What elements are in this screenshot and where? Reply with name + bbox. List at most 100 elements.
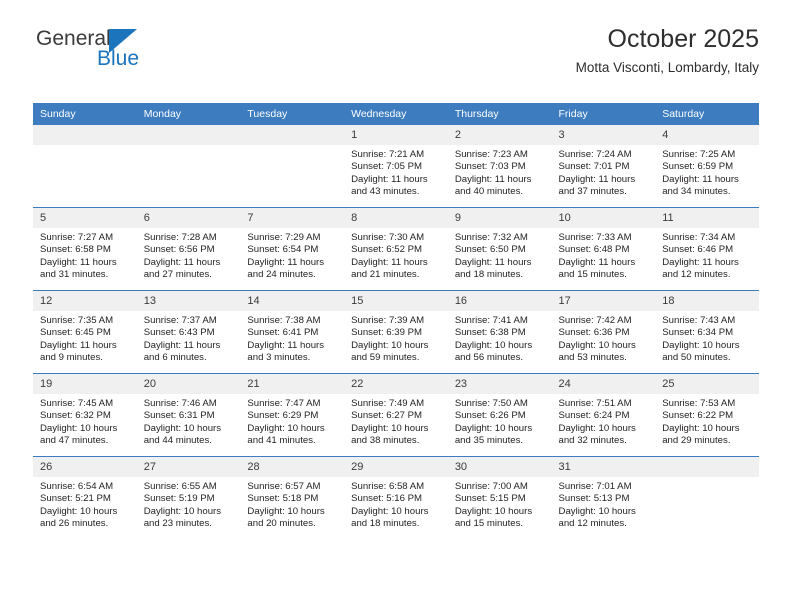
day-number: 26 — [33, 457, 137, 477]
daylight-text-line2: and 9 minutes. — [40, 352, 103, 364]
daylight-text-line2: and 47 minutes. — [40, 435, 109, 447]
day-details: Sunrise: 7:38 AM Sunset: 6:41 PM Daylight:… — [240, 311, 344, 365]
day-details: Sunrise: 7:32 AM Sunset: 6:50 PM Daylight:… — [448, 228, 552, 282]
daylight-text-line1: Daylight: 10 hours — [351, 422, 429, 434]
day-details: Sunrise: 7:45 AM Sunset: 6:32 PM Daylight:… — [33, 394, 137, 448]
calendar-day-cell[interactable]: 5 Sunrise: 7:27 AM Sunset: 6:58 PM Daylight… — [33, 207, 137, 291]
daylight-text-line1: Daylight: 11 hours — [247, 339, 325, 351]
daylight-text-line1: Daylight: 11 hours — [40, 339, 117, 351]
day-number — [240, 125, 345, 145]
calendar-day-cell[interactable]: 27 Sunrise: 6:55 AM Sunset: 5:19 PM Dayligh… — [136, 456, 241, 539]
day-details: Sunrise: 7:21 AM Sunset: 7:05 PM Daylight:… — [344, 145, 448, 199]
calendar-day-cell[interactable]: 9 Sunrise: 7:32 AM Sunset: 6:50 PM Daylight… — [447, 207, 552, 291]
sunrise-text: Sunrise: 6:57 AM — [247, 481, 321, 492]
calendar-day-cell[interactable]: 3 Sunrise: 7:24 AM Sunset: 7:01 PM Daylight… — [551, 125, 656, 208]
daylight-text-line2: and 15 minutes. — [454, 518, 524, 530]
sunrise-text: Sunrise: 7:39 AM — [351, 315, 425, 326]
day-number — [136, 125, 241, 145]
sunrise-text: Sunrise: 7:53 AM — [662, 398, 736, 409]
calendar-day-cell[interactable]: 2 Sunrise: 7:23 AM Sunset: 7:03 PM Daylight… — [447, 125, 552, 208]
daylight-text-line2: and 27 minutes. — [143, 269, 212, 281]
calendar-day-cell[interactable]: 12 Sunrise: 7:35 AM Sunset: 6:45 PM Dayligh… — [33, 290, 137, 374]
calendar-day-cell[interactable]: 29 Sunrise: 6:58 AM Sunset: 5:16 PM Dayligh… — [344, 456, 448, 539]
calendar-day-cell[interactable]: 4 Sunrise: 7:25 AM Sunset: 6:59 PM Daylight… — [655, 125, 759, 208]
calendar-day-cell-empty — [240, 125, 345, 208]
calendar-day-cell[interactable]: 24 Sunrise: 7:51 AM Sunset: 6:24 PM Dayligh… — [551, 373, 656, 457]
daylight-text-line1: Daylight: 11 hours — [662, 173, 739, 185]
daylight-text-line2: and 3 minutes. — [247, 352, 311, 364]
day-number — [655, 457, 759, 477]
weekday-header-wednesday: Wednesday — [344, 103, 448, 125]
calendar-day-cell[interactable]: 28 Sunrise: 6:57 AM Sunset: 5:18 PM Dayligh… — [240, 456, 345, 539]
day-number: 15 — [344, 291, 448, 311]
sunset-text: Sunset: 6:46 PM — [662, 244, 734, 256]
day-details: Sunrise: 7:43 AM Sunset: 6:34 PM Daylight:… — [655, 311, 759, 365]
calendar-day-cell[interactable]: 10 Sunrise: 7:33 AM Sunset: 6:48 PM Dayligh… — [551, 207, 656, 291]
calendar-day-cell[interactable]: 17 Sunrise: 7:42 AM Sunset: 6:36 PM Dayligh… — [551, 290, 656, 374]
calendar-day-cell[interactable]: 7 Sunrise: 7:29 AM Sunset: 6:54 PM Daylight… — [240, 207, 345, 291]
weekday-header-thursday: Thursday — [447, 103, 552, 125]
calendar-day-cell-empty — [33, 125, 137, 208]
day-details: Sunrise: 6:55 AM Sunset: 5:19 PM Daylight:… — [137, 477, 241, 531]
calendar-day-cell[interactable]: 6 Sunrise: 7:28 AM Sunset: 6:56 PM Daylight… — [136, 207, 241, 291]
sunrise-text: Sunrise: 7:01 AM — [558, 481, 632, 492]
calendar-day-cell[interactable]: 26 Sunrise: 6:54 AM Sunset: 5:21 PM Dayligh… — [33, 456, 137, 539]
generalblue-logo[interactable]: General Blue — [36, 28, 246, 78]
sunset-text: Sunset: 6:59 PM — [662, 161, 734, 173]
day-details: Sunrise: 7:34 AM Sunset: 6:46 PM Daylight:… — [655, 228, 759, 282]
calendar-day-cell[interactable]: 11 Sunrise: 7:34 AM Sunset: 6:46 PM Dayligh… — [655, 207, 759, 291]
daylight-text-line1: Daylight: 10 hours — [143, 505, 222, 517]
daylight-text-line1: Daylight: 10 hours — [558, 339, 636, 351]
sunset-text: Sunset: 6:24 PM — [558, 410, 630, 422]
daylight-text-line1: Daylight: 10 hours — [558, 505, 636, 517]
sunset-text: Sunset: 6:29 PM — [247, 410, 319, 422]
sunset-text: Sunset: 6:32 PM — [40, 410, 111, 422]
calendar-day-cell[interactable]: 14 Sunrise: 7:38 AM Sunset: 6:41 PM Dayligh… — [240, 290, 345, 374]
day-details: Sunrise: 7:01 AM Sunset: 5:13 PM Daylight:… — [552, 477, 656, 531]
sunrise-text: Sunrise: 7:28 AM — [143, 232, 217, 243]
calendar-day-cell[interactable]: 21 Sunrise: 7:47 AM Sunset: 6:29 PM Dayligh… — [240, 373, 345, 457]
sunrise-text: Sunrise: 7:51 AM — [558, 398, 632, 409]
daylight-text-line1: Daylight: 10 hours — [247, 505, 325, 517]
calendar-day-cell[interactable]: 8 Sunrise: 7:30 AM Sunset: 6:52 PM Daylight… — [344, 207, 448, 291]
day-details: Sunrise: 7:39 AM Sunset: 6:39 PM Daylight:… — [344, 311, 448, 365]
day-number: 14 — [240, 291, 345, 311]
sunrise-text: Sunrise: 7:45 AM — [40, 398, 114, 409]
sunrise-text: Sunrise: 7:38 AM — [247, 315, 321, 326]
sunset-text: Sunset: 6:38 PM — [454, 327, 526, 339]
calendar-day-cell[interactable]: 30 Sunrise: 7:00 AM Sunset: 5:15 PM Dayligh… — [447, 456, 552, 539]
sunrise-text: Sunrise: 7:32 AM — [454, 232, 528, 243]
calendar-day-cell[interactable]: 18 Sunrise: 7:43 AM Sunset: 6:34 PM Dayligh… — [655, 290, 759, 374]
day-number: 30 — [447, 457, 552, 477]
calendar-header-row: Sunday Monday Tuesday Wednesday Thursday… — [33, 103, 759, 125]
daylight-text-line1: Daylight: 11 hours — [351, 173, 428, 185]
page-title: October 2025 — [607, 25, 760, 53]
weekday-header-saturday: Saturday — [655, 103, 759, 125]
sunset-text: Sunset: 6:31 PM — [143, 410, 215, 422]
daylight-text-line1: Daylight: 10 hours — [558, 422, 636, 434]
calendar-day-cell[interactable]: 25 Sunrise: 7:53 AM Sunset: 6:22 PM Dayligh… — [655, 373, 759, 457]
calendar-day-cell[interactable]: 15 Sunrise: 7:39 AM Sunset: 6:39 PM Dayligh… — [344, 290, 448, 374]
calendar-day-cell[interactable]: 1 Sunrise: 7:21 AM Sunset: 7:05 PM Daylight… — [344, 125, 448, 208]
sunrise-text: Sunrise: 7:00 AM — [454, 481, 528, 492]
calendar-day-cell[interactable]: 20 Sunrise: 7:46 AM Sunset: 6:31 PM Dayligh… — [136, 373, 241, 457]
calendar-day-cell[interactable]: 31 Sunrise: 7:01 AM Sunset: 5:13 PM Dayligh… — [551, 456, 656, 539]
sunrise-text: Sunrise: 7:34 AM — [662, 232, 736, 243]
day-details: Sunrise: 7:24 AM Sunset: 7:01 PM Daylight:… — [552, 145, 656, 199]
calendar-day-cell[interactable]: 23 Sunrise: 7:50 AM Sunset: 6:26 PM Dayligh… — [447, 373, 552, 457]
calendar-day-cell[interactable]: 19 Sunrise: 7:45 AM Sunset: 6:32 PM Dayligh… — [33, 373, 137, 457]
calendar-body: 1 Sunrise: 7:21 AM Sunset: 7:05 PM Daylight… — [33, 125, 759, 539]
logo-text-general: General — [36, 27, 111, 50]
daylight-text-line1: Daylight: 11 hours — [143, 256, 221, 268]
calendar-day-cell-empty — [136, 125, 241, 208]
sunset-text: Sunset: 7:05 PM — [351, 161, 423, 173]
daylight-text-line1: Daylight: 10 hours — [662, 339, 740, 351]
calendar-day-cell[interactable]: 22 Sunrise: 7:49 AM Sunset: 6:27 PM Dayligh… — [344, 373, 448, 457]
day-details: Sunrise: 7:00 AM Sunset: 5:15 PM Daylight:… — [448, 477, 552, 531]
day-details: Sunrise: 7:46 AM Sunset: 6:31 PM Daylight:… — [137, 394, 241, 448]
calendar-day-cell[interactable]: 16 Sunrise: 7:41 AM Sunset: 6:38 PM Dayligh… — [447, 290, 552, 374]
daylight-text-line1: Daylight: 10 hours — [143, 422, 222, 434]
sunrise-text: Sunrise: 7:23 AM — [454, 149, 528, 160]
day-number: 22 — [344, 374, 448, 394]
calendar-day-cell[interactable]: 13 Sunrise: 7:37 AM Sunset: 6:43 PM Dayligh… — [136, 290, 241, 374]
